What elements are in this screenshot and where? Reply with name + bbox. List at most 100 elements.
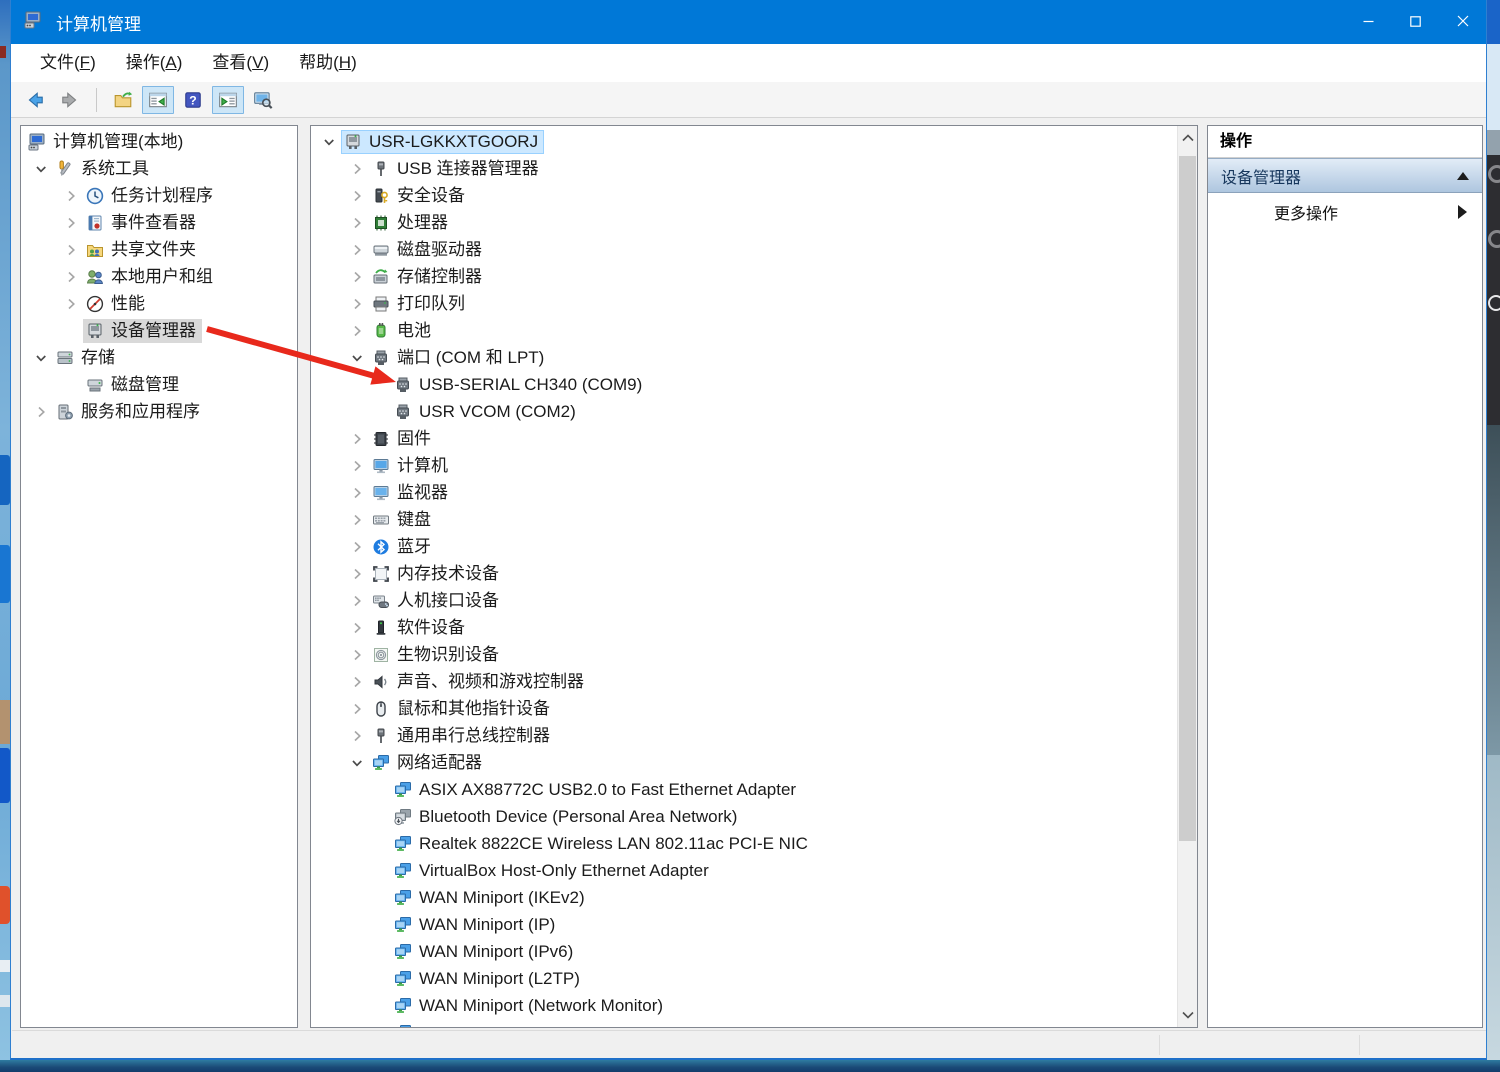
tree-item-content[interactable]: 生物识别设备: [369, 643, 505, 667]
export-list-button[interactable]: [107, 86, 139, 114]
tree-item-shared-folders[interactable]: 共享文件夹: [21, 236, 297, 263]
tree-item-content[interactable]: WAN Miniport (IKEv2): [391, 886, 591, 910]
chevron-right-icon[interactable]: [345, 322, 369, 340]
tree-item-network-adapter[interactable]: 网络适配器: [311, 749, 1197, 776]
tree-item-computer[interactable]: 计算机: [311, 452, 1197, 479]
actions-section-device-manager[interactable]: 设备管理器: [1208, 158, 1482, 193]
tree-item-content[interactable]: USB-SERIAL CH340 (COM9): [391, 373, 648, 397]
scroll-down-button[interactable]: [1178, 1003, 1197, 1027]
tree-item-content[interactable]: 磁盘驱动器: [369, 238, 488, 262]
help-button[interactable]: ?: [177, 86, 209, 114]
tree-item-firmware[interactable]: 固件: [311, 425, 1197, 452]
title-bar[interactable]: 计算机管理: [11, 0, 1486, 44]
tree-item-network-adapter[interactable]: VirtualBox Host-Only Ethernet Adapter: [311, 857, 1197, 884]
chevron-right-icon[interactable]: [59, 214, 83, 232]
tree-item-computer-management[interactable]: 计算机管理(本地): [21, 128, 297, 155]
tree-item-processor[interactable]: 处理器: [311, 209, 1197, 236]
chevron-right-icon[interactable]: [345, 241, 369, 259]
tree-item-print-queue[interactable]: 打印队列: [311, 290, 1197, 317]
chevron-right-icon[interactable]: [345, 619, 369, 637]
tree-item-network-adapter[interactable]: WAN Miniport (IPv6): [311, 938, 1197, 965]
tree-item-network-adapter[interactable]: WAN Miniport (IKEv2): [311, 884, 1197, 911]
chevron-right-icon[interactable]: [59, 241, 83, 259]
tree-item-task-scheduler[interactable]: 任务计划程序: [21, 182, 297, 209]
chevron-right-icon[interactable]: [345, 214, 369, 232]
menu-item-a[interactable]: 操作(A): [111, 44, 198, 82]
tree-item-keyboard[interactable]: 键盘: [311, 506, 1197, 533]
tree-item-content[interactable]: VirtualBox Host-Only Ethernet Adapter: [391, 859, 715, 883]
tree-item-system-tools[interactable]: 系统工具: [21, 155, 297, 182]
menu-item-f[interactable]: 文件(F): [25, 44, 111, 82]
show-action-pane-button[interactable]: [212, 86, 244, 114]
tree-item-content[interactable]: 服务和应用程序: [53, 400, 206, 424]
forward-button[interactable]: [54, 86, 86, 114]
tree-item-mouse[interactable]: 鼠标和其他指针设备: [311, 695, 1197, 722]
tree-item-performance[interactable]: 性能: [21, 290, 297, 317]
tree-item-content[interactable]: ASIX AX88772C USB2.0 to Fast Ethernet Ad…: [391, 778, 802, 802]
back-button[interactable]: [19, 86, 51, 114]
chevron-right-icon[interactable]: [345, 484, 369, 502]
tree-item-content[interactable]: 事件查看器: [83, 211, 202, 235]
tree-item-ports[interactable]: 端口 (COM 和 LPT): [311, 344, 1197, 371]
tree-item-network-adapter[interactable]: WAN Miniport (IP): [311, 911, 1197, 938]
chevron-right-icon[interactable]: [345, 700, 369, 718]
more-actions-item[interactable]: 更多操作: [1208, 193, 1482, 231]
chevron-down-icon[interactable]: [29, 349, 53, 367]
tree-item-audio[interactable]: 声音、视频和游戏控制器: [311, 668, 1197, 695]
chevron-right-icon[interactable]: [59, 295, 83, 313]
tree-item-content[interactable]: 本地用户和组: [83, 265, 219, 289]
menu-item-v[interactable]: 查看(V): [197, 44, 284, 82]
tree-item-content[interactable]: 系统工具: [53, 157, 155, 181]
close-button[interactable]: [1439, 0, 1486, 44]
tree-item-battery[interactable]: 电池: [311, 317, 1197, 344]
chevron-right-icon[interactable]: [345, 592, 369, 610]
chevron-right-icon[interactable]: [345, 727, 369, 745]
tree-item-device-manager[interactable]: 设备管理器: [21, 317, 297, 344]
tree-item-network-adapter[interactable]: WAN Miniport (Network Monitor): [311, 992, 1197, 1019]
tree-item-content[interactable]: 存储: [53, 346, 121, 370]
tree-item-content[interactable]: 监视器: [369, 481, 454, 505]
tree-item-content[interactable]: WAN Miniport (Network Monitor): [391, 994, 669, 1018]
tree-item-network-adapter[interactable]: Realtek 8822CE Wireless LAN 802.11ac PCI…: [311, 830, 1197, 857]
tree-item-content[interactable]: 人机接口设备: [369, 589, 505, 613]
chevron-right-icon[interactable]: [345, 646, 369, 664]
tree-item-content[interactable]: USR VCOM (COM2): [391, 400, 582, 424]
tree-item-content[interactable]: 鼠标和其他指针设备: [369, 697, 556, 721]
tree-item-security-device[interactable]: 安全设备: [311, 182, 1197, 209]
collapse-section-icon[interactable]: [1457, 172, 1469, 180]
tree-item-storage[interactable]: 存储: [21, 344, 297, 371]
tree-item-content[interactable]: 网络适配器: [369, 751, 488, 775]
tree-item-content[interactable]: 声音、视频和游戏控制器: [369, 670, 590, 694]
tree-item-content[interactable]: 固件: [369, 427, 437, 451]
tree-item-content[interactable]: USB 连接器管理器: [369, 157, 545, 181]
tree-item-content[interactable]: [391, 1022, 425, 1029]
tree-item-computer-device[interactable]: USR-LGKKXTGOORJ: [311, 128, 1197, 155]
chevron-down-icon[interactable]: [317, 133, 341, 151]
chevron-right-icon[interactable]: [345, 565, 369, 583]
tree-item-disk-management[interactable]: 磁盘管理: [21, 371, 297, 398]
tree-item-storage-controller[interactable]: 存储控制器: [311, 263, 1197, 290]
chevron-right-icon[interactable]: [345, 430, 369, 448]
tree-item-content[interactable]: 处理器: [369, 211, 454, 235]
tree-item-services[interactable]: 服务和应用程序: [21, 398, 297, 425]
chevron-right-icon[interactable]: [345, 457, 369, 475]
tree-item-local-users[interactable]: 本地用户和组: [21, 263, 297, 290]
tree-item-content[interactable]: 计算机: [369, 454, 454, 478]
tree-item-content[interactable]: 性能: [83, 292, 151, 316]
tree-item-network-adapter-disabled[interactable]: Bluetooth Device (Personal Area Network): [311, 803, 1197, 830]
selected-tree-item-content[interactable]: USR-LGKKXTGOORJ: [341, 130, 544, 154]
tree-item-content[interactable]: WAN Miniport (L2TP): [391, 967, 586, 991]
chevron-right-icon[interactable]: [345, 268, 369, 286]
chevron-right-icon[interactable]: [345, 160, 369, 178]
chevron-down-icon[interactable]: [345, 754, 369, 772]
tree-item-biometric[interactable]: 生物识别设备: [311, 641, 1197, 668]
properties-button[interactable]: [247, 86, 279, 114]
tree-item-content[interactable]: 任务计划程序: [83, 184, 219, 208]
tree-item-event-viewer[interactable]: 事件查看器: [21, 209, 297, 236]
tree-item-memory-technology[interactable]: 内存技术设备: [311, 560, 1197, 587]
menu-item-h[interactable]: 帮助(H): [284, 44, 372, 82]
tree-item-content[interactable]: 计算机管理(本地): [25, 130, 189, 154]
chevron-right-icon[interactable]: [59, 187, 83, 205]
vertical-scrollbar[interactable]: [1177, 126, 1197, 1027]
tree-item-usb-controller[interactable]: 通用串行总线控制器: [311, 722, 1197, 749]
